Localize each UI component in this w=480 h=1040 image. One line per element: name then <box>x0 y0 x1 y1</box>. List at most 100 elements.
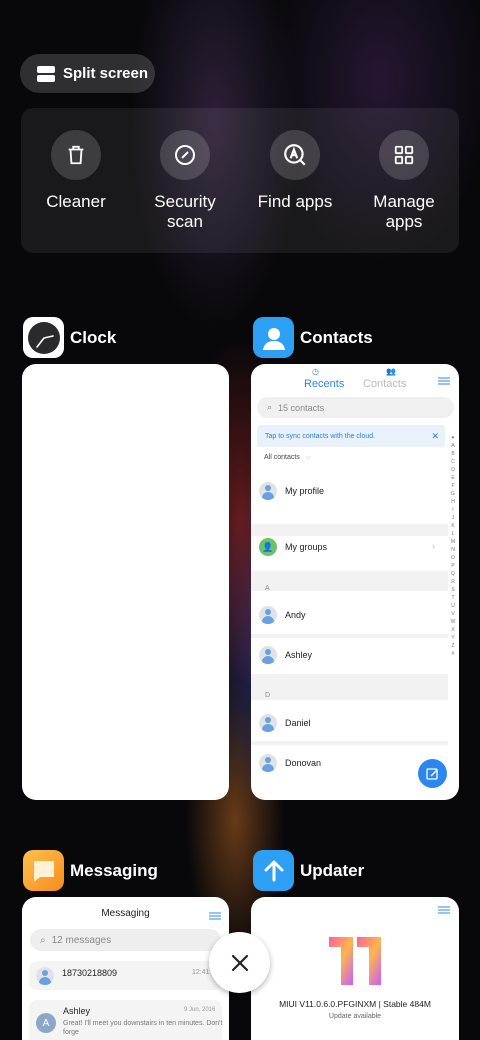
alphabet-letter[interactable]: # <box>450 650 456 658</box>
update-status: Update available <box>328 1013 382 1020</box>
tab-recents[interactable]: Recents <box>304 378 344 390</box>
alphabet-letter[interactable]: C <box>450 458 456 466</box>
close-banner-icon[interactable]: ✕ <box>431 431 439 442</box>
divider <box>251 571 448 591</box>
alphabet-letter[interactable]: B <box>450 450 456 458</box>
contacts-icon <box>253 317 294 358</box>
my-profile-row[interactable]: My profile <box>259 482 324 500</box>
groups-icon: 👤 <box>259 538 277 556</box>
messaging-card[interactable]: Messaging ⌕ 12 messages 18730218809 12:4… <box>22 897 229 1040</box>
my-groups-row[interactable]: 👤 My groups <box>259 538 327 556</box>
section-header-d: D <box>265 692 271 699</box>
alphabet-letter[interactable]: W <box>450 618 456 626</box>
contacts-search-input[interactable]: ⌕ 15 contacts <box>257 397 454 418</box>
alphabet-letter[interactable]: Q <box>450 570 456 578</box>
contact-name: Donovan <box>285 758 322 768</box>
updater-settings-icon[interactable] <box>438 902 450 920</box>
messaging-settings-icon[interactable] <box>209 908 221 926</box>
alphabet-letter[interactable]: H <box>450 498 456 506</box>
avatar <box>259 646 277 664</box>
alphabet-letter[interactable]: L <box>450 530 456 538</box>
close-icon <box>231 954 248 971</box>
contacts-name: Contacts <box>300 327 373 347</box>
alphabet-letter[interactable]: Y <box>450 634 456 642</box>
message-preview: Great! I'll meet you downstairs in ten m… <box>63 1020 223 1036</box>
message-item[interactable]: A Ashley 9 Jun, 2016 Great! I'll meet yo… <box>29 1000 222 1040</box>
messaging-name: Messaging <box>70 860 158 880</box>
manage-apps-icon <box>379 130 429 180</box>
avatar <box>259 606 277 624</box>
alphabet-letter[interactable]: M <box>450 538 456 546</box>
search-icon: ⌕ <box>40 934 46 946</box>
contact-name: Andy <box>285 610 306 620</box>
contact-name: Ashley <box>285 650 313 660</box>
alphabet-letter[interactable]: P <box>450 562 456 570</box>
alphabet-letter[interactable]: G <box>450 490 456 498</box>
updater-name: Updater <box>300 860 365 880</box>
alphabet-letter[interactable]: V <box>450 610 456 618</box>
contacts-settings-icon[interactable] <box>438 373 450 391</box>
new-contact-button[interactable] <box>418 759 447 788</box>
contacts-card[interactable]: ◷ Recents 👥 Contacts ⌕ 15 contacts Tap t… <box>251 364 459 800</box>
alphabet-letter[interactable]: X <box>450 626 456 634</box>
manage-apps-button[interactable]: Manage apps <box>349 130 459 232</box>
sync-banner[interactable]: Tap to sync contacts with the cloud. ✕ <box>257 425 445 447</box>
close-all-button[interactable] <box>209 932 270 993</box>
contact-name: Daniel <box>285 718 311 728</box>
messaging-header[interactable]: Messaging <box>23 850 158 891</box>
alphabet-letter[interactable]: S <box>450 586 456 594</box>
avatar <box>259 714 277 732</box>
message-sender: Ashley <box>63 1006 91 1016</box>
avatar <box>259 482 277 500</box>
alphabet-letter[interactable]: R <box>450 578 456 586</box>
alphabet-index[interactable]: ♥ A B C D E F G H I J K L M N O P Q R S T U V W X Y Z # <box>450 434 456 658</box>
alphabet-letter[interactable]: K <box>450 522 456 530</box>
alphabet-letter[interactable]: J <box>450 514 456 522</box>
security-scan-button[interactable]: Security scan <box>130 130 240 232</box>
clock-card[interactable] <box>22 364 229 800</box>
alphabet-letter[interactable]: A <box>450 442 456 450</box>
search-icon: ⌕ <box>267 402 273 412</box>
alphabet-letter[interactable]: T <box>450 594 456 602</box>
contact-row[interactable]: Daniel <box>259 714 311 732</box>
contact-row[interactable]: Ashley <box>259 646 312 664</box>
message-time: 9 Jun, 2016 <box>184 1007 216 1013</box>
updater-icon <box>253 850 294 891</box>
find-apps-button[interactable]: Find apps <box>240 130 350 212</box>
alphabet-letter[interactable]: Z <box>450 642 456 650</box>
contacts-tab-icon: 👥 <box>386 367 396 376</box>
alphabet-letter[interactable]: E <box>450 474 456 482</box>
updater-card[interactable]: MIUI V11.0.6.0.PFGINXM | Stable 484M Upd… <box>251 897 459 1040</box>
section-header-a: A <box>265 585 270 592</box>
alphabet-letter[interactable]: I <box>450 506 456 514</box>
security-scan-icon <box>160 130 210 180</box>
chevron-right-icon: › <box>432 541 435 551</box>
trash-icon <box>51 130 101 180</box>
cleaner-button[interactable]: Cleaner <box>21 130 131 212</box>
messaging-title: Messaging <box>101 908 150 919</box>
tab-contacts[interactable]: Contacts <box>363 378 406 390</box>
message-item[interactable]: 18730218809 12:41 A <box>29 961 222 990</box>
my-groups-label: My groups <box>285 542 328 552</box>
contact-row[interactable]: Donovan <box>259 754 321 772</box>
messages-search-placeholder: 12 messages <box>51 934 112 946</box>
recents-tab-icon: ◷ <box>312 367 319 376</box>
message-sender: 18730218809 <box>62 968 118 978</box>
contacts-filter[interactable]: All contacts ⌵ <box>264 454 311 462</box>
find-apps-label: Find apps <box>257 192 333 211</box>
alphabet-letter[interactable]: U <box>450 602 456 610</box>
edit-icon <box>425 767 438 780</box>
alphabet-letter[interactable]: ♥ <box>450 434 456 442</box>
alphabet-letter[interactable]: N <box>450 546 456 554</box>
messages-search-input[interactable]: ⌕ 12 messages <box>30 929 221 951</box>
divider <box>251 634 448 638</box>
avatar <box>36 967 54 985</box>
updater-header[interactable]: Updater <box>253 850 364 891</box>
contact-row[interactable]: Andy <box>259 606 306 624</box>
alphabet-letter[interactable]: F <box>450 482 456 490</box>
contacts-header[interactable]: Contacts <box>253 317 373 358</box>
split-screen-button[interactable]: Split screen <box>20 54 155 93</box>
alphabet-letter[interactable]: O <box>450 554 456 562</box>
clock-header[interactable]: Clock <box>23 317 116 358</box>
alphabet-letter[interactable]: D <box>450 466 456 474</box>
